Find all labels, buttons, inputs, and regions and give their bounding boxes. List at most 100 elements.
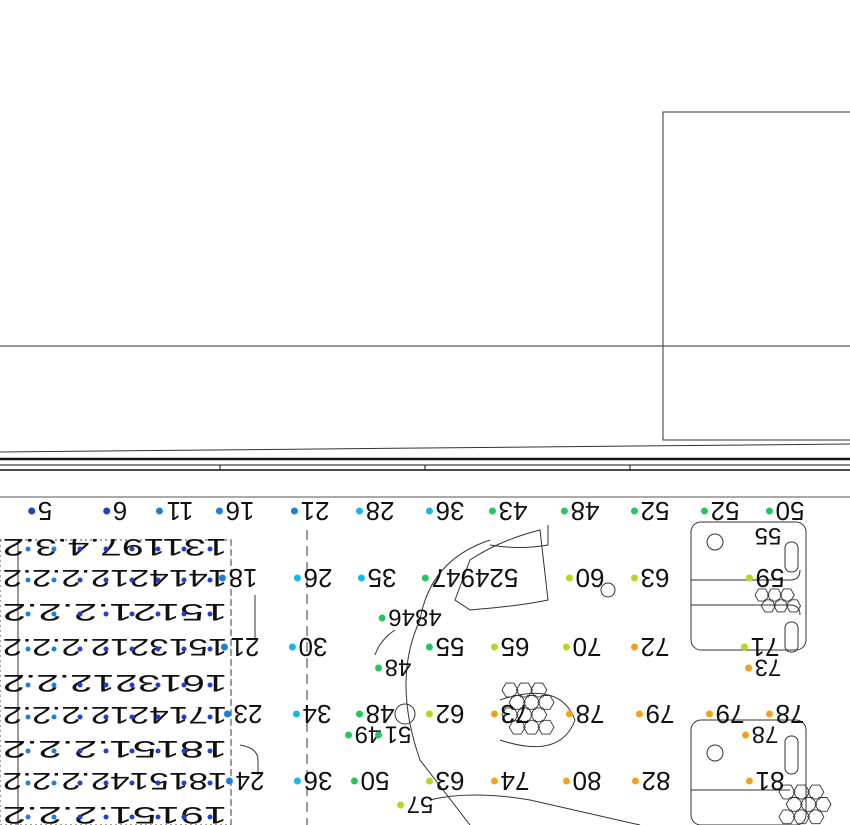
measurement-dot [355,710,363,718]
grid-reading-row: 1414212.2.2.2 [3,564,228,591]
grid-reading-dot [77,682,83,688]
measurement-dot [290,507,298,515]
measurement-label: 79 [716,699,745,729]
measurement-dot [345,731,353,739]
measurement-dot [745,664,753,672]
grid-reading-dot [207,646,213,652]
grid-reading-dot [155,646,161,652]
measurement-dot [765,507,773,515]
grid-reading-dot [25,780,31,786]
measurement-dot [565,710,573,718]
grid-reading-dot [25,611,31,617]
grid-reading-dot [25,546,31,552]
measurement-label: 52 [711,496,740,526]
grid-reading-row: 1714212.2.2.2 [3,701,228,728]
grid-reading-dot [51,646,57,652]
measurement-dot [292,710,300,718]
measurement-label: 35 [368,563,397,593]
measurement-dot [375,731,383,739]
measurement-label: 78 [776,699,805,729]
measurement-label: 36 [304,766,333,796]
grid-reading-row: 1513212.2.2.2 [3,633,228,660]
grid-reading-dot [155,714,161,720]
grid-reading-dot [51,611,57,617]
grid-reading-text: 131197.4.3.2 [3,533,228,560]
grid-reading-row: 131197.4.3.2 [3,533,228,560]
measurement-dot [425,777,433,785]
grid-reading-dot [25,646,31,652]
floor-plan-canvas: 5 6 11 16 21 28 36 43 48 52 52 50 18 26 35 524947 60 63 59… [0,0,850,825]
measurement-dot [488,507,496,515]
measurement-label: 5 [38,496,52,526]
measurement-label: 79 [646,699,675,729]
measurement-dot [740,643,748,651]
measurement-dot [562,643,570,651]
grid-reading-dot [181,682,187,688]
grid-reading-dot [103,577,109,583]
grid-reading-dot [129,682,135,688]
grid-reading-row: 1613212.2.2 [3,669,228,696]
measurement-dot [397,801,405,809]
grid-reading-dot [77,611,83,617]
measurement-dot [490,643,498,651]
measurement-dot [293,777,301,785]
measurement-dot [288,643,296,651]
measurement-label: 80 [573,766,602,796]
grid-reading-dot [181,646,187,652]
grid-reading-dot [207,611,213,617]
measurement-label: 73 [755,654,782,681]
grid-reading-dot [129,780,135,786]
grid-reading-dot [103,646,109,652]
measurement-label: 78 [752,721,779,748]
measurement-label: 16 [226,496,255,526]
grid-reading-dot [181,748,187,754]
grid-reading-dot [155,748,161,754]
grid-reading-dot [129,714,135,720]
grid-reading-dot [51,546,57,552]
grid-reading-dot [155,780,161,786]
measurement-dot [700,507,708,515]
measurement-label: 63 [436,766,465,796]
grid-reading-dot [181,611,187,617]
grid-reading-dot [77,646,83,652]
measurement-label: 30 [299,632,328,662]
grid-reading-dot [103,748,109,754]
grid-reading-dot [181,577,187,583]
grid-reading-text: 19151.2.2.2 [3,801,228,825]
measurement-dot [215,507,223,515]
grid-reading-dot [25,814,31,820]
grid-reading-dot [129,577,135,583]
measurement-dot [155,507,163,515]
measurement-label: 34 [303,699,332,729]
measurement-dot [355,507,363,515]
measurement-label: 82 [642,766,671,796]
measurement-label: 524947 [432,563,519,593]
measurement-dot [425,710,433,718]
measurement-dot [630,574,638,582]
measurement-label: 26 [304,563,333,593]
grid-reading-dot [51,682,57,688]
grid-reading-text: 18151.2.2.2 [3,735,228,762]
measurement-label: 43 [499,496,528,526]
measurement-label: 62 [436,699,465,729]
room-label-small: 55 [755,522,782,549]
grid-reading-row: 19151.2.2.2 [3,801,228,825]
measurement-dot [425,507,433,515]
grid-reading-dot [155,611,161,617]
measurement-label: 11 [167,496,194,526]
measurement-dot [562,777,570,785]
measurement-dot [28,507,36,515]
measurement-label: 48 [385,654,412,681]
grid-reading-row: 1815142.2.2.2 [3,767,228,794]
grid-reading-row: 18151.2.2.2 [3,735,228,762]
measurement-dot [378,614,386,622]
grid-reading-dot [207,780,213,786]
grid-reading-dot [129,611,135,617]
measurement-dot [631,777,639,785]
grid-reading-dot [103,814,109,820]
grid-reading-dot [103,611,109,617]
measurement-label: 50 [776,496,805,526]
measurement-label: 21 [231,632,260,662]
grid-reading-dot [181,714,187,720]
grid-reading-dot [129,646,135,652]
